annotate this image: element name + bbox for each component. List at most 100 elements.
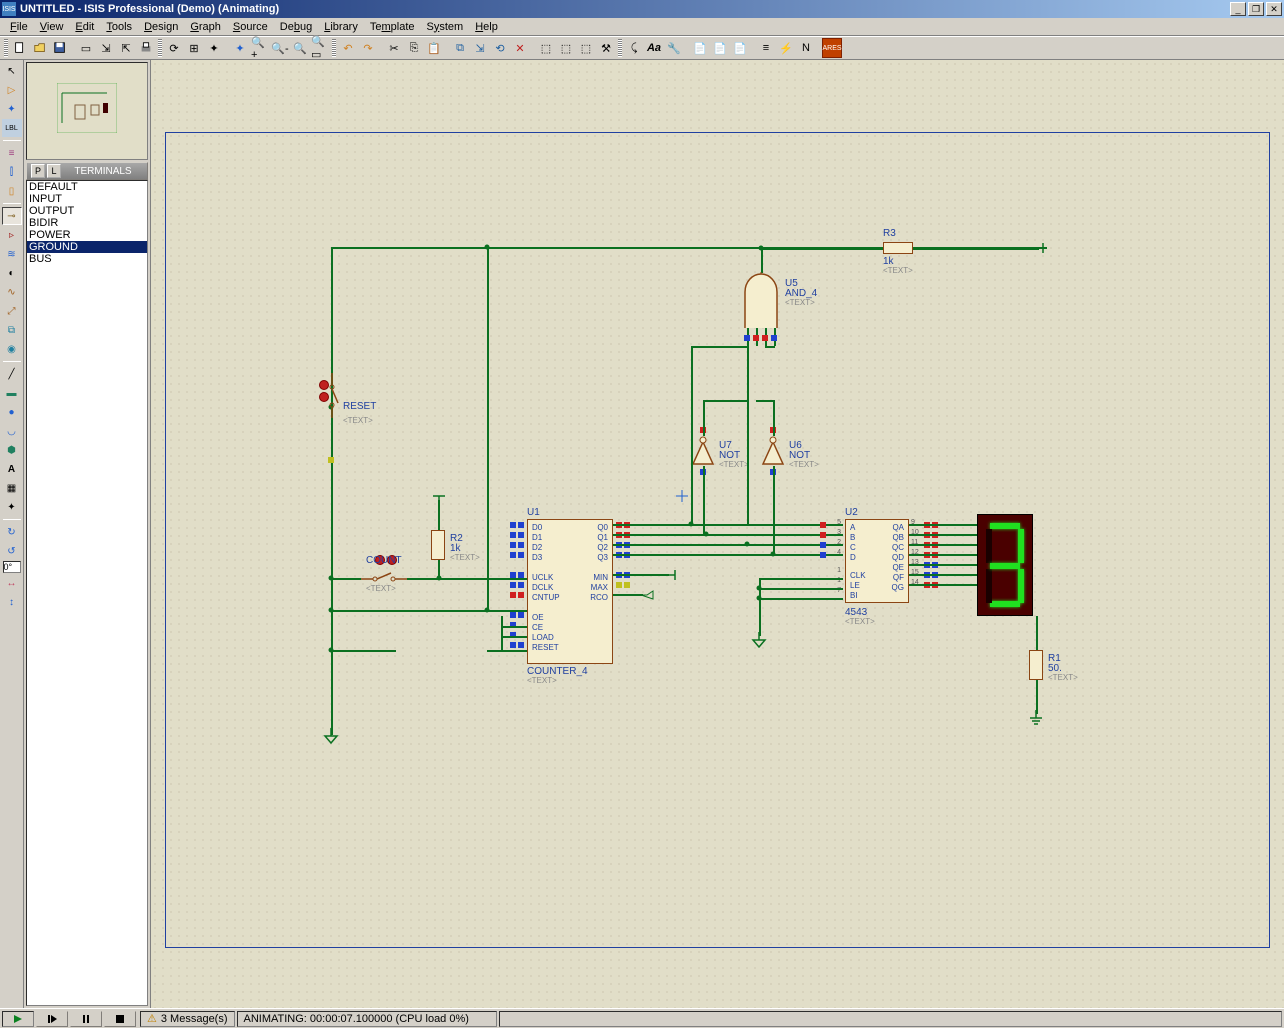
new-sheet-button[interactable]: 📄 — [690, 38, 710, 58]
path-mode[interactable]: ⬢ — [2, 441, 22, 459]
terminal-ground[interactable]: GROUND — [27, 241, 147, 253]
open-button[interactable] — [30, 38, 50, 58]
print-button[interactable] — [136, 38, 156, 58]
terminal-output[interactable]: OUTPUT — [27, 205, 147, 217]
sim-step-button[interactable] — [36, 1011, 68, 1027]
current-probe-mode[interactable]: ⧉ — [2, 321, 22, 339]
menu-library[interactable]: Library — [318, 20, 364, 34]
pick-button[interactable]: ⬚ — [536, 38, 556, 58]
text-mode[interactable]: A — [2, 460, 22, 478]
ares-button[interactable]: ARES — [822, 38, 842, 58]
close-button[interactable]: ✕ — [1266, 2, 1282, 16]
rotate-cw-button[interactable]: ↻ — [2, 523, 22, 541]
terminal-bidir[interactable]: BIDIR — [27, 217, 147, 229]
lib-terminals-button[interactable]: L — [47, 164, 61, 178]
block-rotate-button[interactable]: ⟲ — [490, 38, 510, 58]
property-button[interactable]: 🔧 — [664, 38, 684, 58]
menu-design[interactable]: Design — [138, 20, 184, 34]
grid-button[interactable]: ⊞ — [184, 38, 204, 58]
search-button[interactable]: Aa — [644, 38, 664, 58]
decompose-button[interactable]: ⚒ — [596, 38, 616, 58]
undo-button[interactable]: ↶ — [338, 38, 358, 58]
component-r3[interactable] — [883, 242, 913, 254]
instrument-mode[interactable]: ◉ — [2, 340, 22, 358]
terminals-list[interactable]: DEFAULT INPUT OUTPUT BIDIR POWER GROUND … — [26, 180, 148, 1006]
component-u2[interactable]: ABCD CLKLEBI QAQBQCQDQEQFQG — [845, 519, 909, 603]
maximize-button[interactable]: ❐ — [1248, 2, 1264, 16]
box-mode[interactable]: ▬ — [2, 384, 22, 402]
component-u1[interactable]: D0D1D2D3 UCLKDCLKCNTUP OECELOADRESET Q0Q… — [527, 519, 613, 664]
menu-tools[interactable]: Tools — [100, 20, 138, 34]
netlist-button[interactable]: N — [796, 38, 816, 58]
zoom-area-button[interactable]: 🔍▭ — [310, 38, 330, 58]
mirror-x-button[interactable]: ↔ — [2, 574, 22, 592]
remove-sheet-button[interactable]: 📄 — [710, 38, 730, 58]
bus-mode[interactable]: ⫿ — [2, 163, 22, 181]
sim-play-button[interactable] — [2, 1011, 34, 1027]
menu-file[interactable]: File — [4, 20, 34, 34]
package-button[interactable]: ⬚ — [576, 38, 596, 58]
sim-pause-button[interactable] — [70, 1011, 102, 1027]
make-device-button[interactable]: ⬚ — [556, 38, 576, 58]
terminal-power[interactable]: POWER — [27, 229, 147, 241]
terminal-mode[interactable]: ⊸ — [2, 207, 22, 225]
area-button[interactable]: ▭ — [76, 38, 96, 58]
wire-autoroute-button[interactable]: ⤹ — [624, 38, 644, 58]
sim-stop-button[interactable] — [104, 1011, 136, 1027]
terminal-default[interactable]: DEFAULT — [27, 181, 147, 193]
subcircuit-mode[interactable]: ▯ — [2, 182, 22, 200]
line-mode[interactable]: ╱ — [2, 365, 22, 383]
copy-button[interactable]: ⎘ — [404, 38, 424, 58]
pin-mode[interactable]: ▹ — [2, 226, 22, 244]
component-r2[interactable] — [431, 530, 445, 560]
import-button[interactable]: ⇲ — [96, 38, 116, 58]
menu-source[interactable]: Source — [227, 20, 274, 34]
menu-edit[interactable]: Edit — [69, 20, 100, 34]
block-copy-button[interactable]: ⧉ — [450, 38, 470, 58]
menu-system[interactable]: System — [421, 20, 470, 34]
minimize-button[interactable]: _ — [1230, 2, 1246, 16]
arc-mode[interactable]: ◡ — [2, 422, 22, 440]
circle-mode[interactable]: ● — [2, 403, 22, 421]
block-delete-button[interactable]: ✕ — [510, 38, 530, 58]
component-u5[interactable] — [741, 272, 781, 328]
terminal-bus[interactable]: BUS — [27, 253, 147, 265]
menu-template[interactable]: Template — [364, 20, 421, 34]
rotate-ccw-button[interactable]: ↺ — [2, 542, 22, 560]
marker-mode[interactable]: ✦ — [2, 498, 22, 516]
redraw-button[interactable]: ⟳ — [164, 38, 184, 58]
cut-button[interactable]: ✂ — [384, 38, 404, 58]
menu-graph[interactable]: Graph — [184, 20, 227, 34]
component-r1[interactable] — [1029, 650, 1043, 680]
pick-terminals-button[interactable]: P — [31, 164, 45, 178]
erc-button[interactable]: ⚡ — [776, 38, 796, 58]
block-move-button[interactable]: ⇲ — [470, 38, 490, 58]
graph-mode[interactable]: ≋ — [2, 245, 22, 263]
menu-help[interactable]: Help — [469, 20, 504, 34]
zoom-all-button[interactable]: 🔍 — [290, 38, 310, 58]
rotation-input[interactable] — [3, 561, 21, 573]
generator-mode[interactable]: ∿ — [2, 283, 22, 301]
zoom-out-button[interactable]: 🔍- — [270, 38, 290, 58]
pan-button[interactable]: ✦ — [230, 38, 250, 58]
selection-mode[interactable]: ↖ — [2, 62, 22, 80]
new-button[interactable] — [10, 38, 30, 58]
junction-mode[interactable]: ✦ — [2, 100, 22, 118]
goto-sheet-button[interactable]: 📄 — [730, 38, 750, 58]
messages-panel[interactable]: ⚠ 3 Message(s) — [140, 1011, 235, 1027]
seven-segment-display[interactable] — [977, 514, 1033, 616]
symbol-mode[interactable]: ▦ — [2, 479, 22, 497]
zoom-in-button[interactable]: 🔍+ — [250, 38, 270, 58]
component-mode[interactable]: ▷ — [2, 81, 22, 99]
menu-debug[interactable]: Debug — [274, 20, 318, 34]
paste-button[interactable]: 📋 — [424, 38, 444, 58]
label-mode[interactable]: LBL — [2, 119, 22, 137]
save-button[interactable] — [50, 38, 70, 58]
component-u6[interactable] — [761, 436, 785, 466]
origin-button[interactable]: ✦ — [204, 38, 224, 58]
bom-button[interactable]: ≡ — [756, 38, 776, 58]
mirror-y-button[interactable]: ↕ — [2, 593, 22, 611]
menu-view[interactable]: View — [34, 20, 70, 34]
text-script-mode[interactable]: ≡ — [2, 144, 22, 162]
voltage-probe-mode[interactable]: ⤢ — [2, 302, 22, 320]
